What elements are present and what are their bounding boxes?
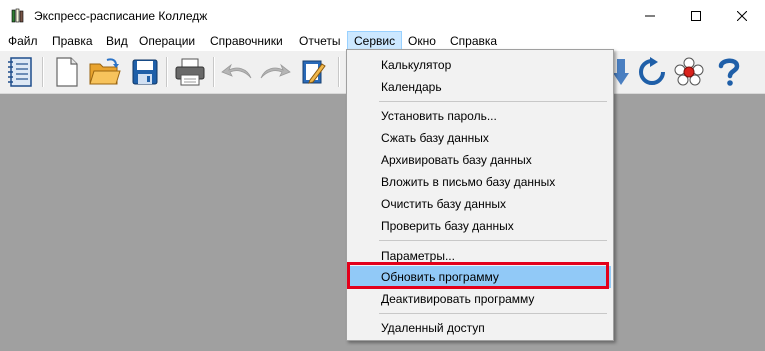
menu-reports[interactable]: Отчеты xyxy=(293,31,346,51)
menu-item-deactivate-program[interactable]: Деактивировать программу xyxy=(349,288,611,310)
close-button[interactable] xyxy=(719,0,765,31)
menu-item-remote-access[interactable]: Удаленный доступ xyxy=(349,317,611,339)
help-icon[interactable] xyxy=(712,56,746,88)
menu-service[interactable]: Сервис xyxy=(347,31,403,51)
menu-item-update-program[interactable]: Обновить программу xyxy=(349,266,611,288)
menu-view[interactable]: Вид xyxy=(100,31,134,51)
menu-item-check-db[interactable]: Проверить базу данных xyxy=(349,215,611,237)
menu-help[interactable]: Справка xyxy=(444,31,503,51)
undo-icon[interactable] xyxy=(220,56,254,88)
toolbar-separator xyxy=(166,57,168,87)
menu-operations[interactable]: Операции xyxy=(133,31,201,51)
schedule-list-icon[interactable] xyxy=(3,56,37,88)
minimize-button[interactable] xyxy=(627,0,673,31)
save-icon[interactable] xyxy=(128,56,162,88)
menu-window[interactable]: Окно xyxy=(402,31,442,51)
menu-item-parameters[interactable]: Параметры... xyxy=(349,245,611,267)
menu-item-compress-db[interactable]: Сжать базу данных xyxy=(349,127,611,149)
menu-bar: Файл Правка Вид Операции Справочники Отч… xyxy=(0,31,765,51)
window-title: Экспресс-расписание Колледж xyxy=(34,9,208,23)
menu-item-attach-db-email[interactable]: Вложить в письмо базу данных xyxy=(349,171,611,193)
menu-edit[interactable]: Правка xyxy=(46,31,99,51)
menu-item-calculator[interactable]: Калькулятор xyxy=(349,54,611,76)
title-bar: Экспресс-расписание Колледж xyxy=(0,0,765,31)
menu-references[interactable]: Справочники xyxy=(204,31,289,51)
menu-file[interactable]: Файл xyxy=(2,31,44,51)
redo-icon[interactable] xyxy=(258,56,292,88)
print-icon[interactable] xyxy=(173,56,207,88)
menu-item-clear-db[interactable]: Очистить базу данных xyxy=(349,193,611,215)
book-stack-icon xyxy=(10,8,26,24)
toolbar-separator xyxy=(213,57,215,87)
open-folder-icon[interactable] xyxy=(88,56,122,88)
toolbar-separator xyxy=(338,57,340,87)
menu-separator xyxy=(379,101,607,102)
menu-item-archive-db[interactable]: Архивировать базу данных xyxy=(349,149,611,171)
menu-separator xyxy=(379,313,607,314)
network-icon[interactable] xyxy=(672,56,706,88)
toolbar-separator xyxy=(42,57,44,87)
menu-item-set-password[interactable]: Установить пароль... xyxy=(349,105,611,127)
maximize-button[interactable] xyxy=(673,0,719,31)
refresh-icon[interactable] xyxy=(635,56,669,88)
menu-item-calendar[interactable]: Календарь xyxy=(349,76,611,98)
new-document-icon[interactable] xyxy=(50,56,84,88)
edit-icon[interactable] xyxy=(297,56,331,88)
service-menu-dropdown: Калькулятор Календарь Установить пароль.… xyxy=(346,49,614,341)
menu-separator xyxy=(379,240,607,241)
